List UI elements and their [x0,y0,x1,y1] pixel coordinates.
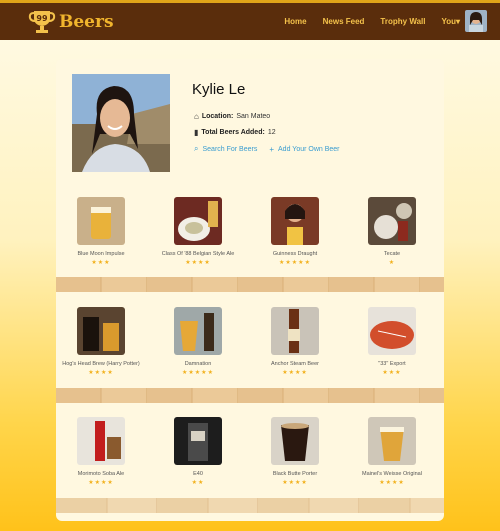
logo-badge-number: 99 [36,14,48,23]
shelf-divider [56,498,444,513]
beer-photo [271,197,319,245]
location-row: ⌂ Location: San Mateo [194,112,270,121]
beer-photo [77,417,125,465]
star-rating: ★★★★ [88,480,114,486]
search-icon: ⌕ [194,144,199,153]
beer-name: Tecate [383,251,401,257]
search-beers-link[interactable]: ⌕ Search For Beers [194,144,257,154]
beer-card[interactable]: Tecate ★ [347,197,437,266]
beer-name: Damnation [184,361,212,367]
beer-name: Class Of '88 Belgian Style Ale [161,251,235,257]
profile-photo [72,74,170,172]
beer-name: Guinness Draught [272,251,318,257]
add-beer-link[interactable]: + Add Your Own Beer [269,144,339,154]
beer-card[interactable]: Anchor Steam Beer ★★★★ [250,307,340,376]
brand-name: Beers [59,12,114,32]
star-rating: ★★★★★ [182,370,214,376]
star-rating: ★★ [191,480,205,486]
trophy-icon: 99 [28,8,56,36]
beer-card[interactable]: Mainel's Weisse Original ★★★★ [347,417,437,486]
star-rating: ★★★★ [185,260,211,266]
beer-card[interactable]: Class Of '88 Belgian Style Ale ★★★★ [153,197,243,266]
total-beers-label: Total Beers Added: [201,129,265,136]
home-icon: ⌂ [194,112,199,121]
beer-card[interactable]: Hog's Head Brew (Harry Potter) ★★★★ [56,307,146,376]
beer-name: Hog's Head Brew (Harry Potter) [62,361,140,367]
beer-photo [77,307,125,355]
search-beers-label: Search For Beers [202,145,258,153]
add-beer-label: Add Your Own Beer [278,145,340,153]
beer-name: Black Butte Porter [272,471,318,477]
star-rating: ★★★★ [379,480,405,486]
beer-photo [368,197,416,245]
beer-name: Anchor Steam Beer [271,361,319,367]
plus-icon: + [269,144,275,154]
beer-photo [174,307,222,355]
nav-news-feed-link[interactable]: News Feed [323,17,365,26]
beer-name: Blue Moon Impulse [77,251,125,257]
beer-card[interactable]: Morimoto Soba Ale ★★★★ [56,417,146,486]
beer-photo [368,417,416,465]
location-label: Location: [201,113,234,120]
profile-name: Kylie Le [192,81,246,98]
beer-photo [77,197,125,245]
star-rating: ★★★★★ [279,260,311,266]
brand-logo[interactable]: 99 Beers [28,7,114,37]
star-rating: ★★★★ [282,480,308,486]
user-avatar[interactable] [465,10,487,32]
beer-photo [174,417,222,465]
beer-card[interactable]: "33" Export ★★★ [347,307,437,376]
beer-photo [174,197,222,245]
beer-card[interactable]: Blue Moon Impulse ★★★ [56,197,146,266]
star-rating: ★★★★ [282,370,308,376]
beer-name: "33" Export [378,361,406,367]
beer-name: E40 [193,471,203,477]
nav-trophy-wall-link[interactable]: Trophy Wall [380,17,425,26]
beer-name: Morimoto Soba Ale [77,471,125,477]
beer-card[interactable]: Damnation ★★★★★ [153,307,243,376]
nav-you-dropdown[interactable]: You▾ [441,17,460,26]
total-beers-value: 12 [267,129,276,136]
beer-photo [271,307,319,355]
total-beers-row: ▮ Total Beers Added: 12 [194,128,276,137]
star-rating: ★★★ [91,260,111,266]
top-navbar: 99 Beers Home News Feed Trophy Wall You▾ [0,0,500,40]
star-rating: ★ [388,260,396,266]
beer-photo [271,417,319,465]
nav-home-link[interactable]: Home [284,17,306,26]
beer-card[interactable]: E40 ★★ [153,417,243,486]
star-rating: ★★★ [382,370,402,376]
shelf-divider [56,277,444,292]
beer-card[interactable]: Guinness Draught ★★★★★ [250,197,340,266]
star-rating: ★★★★ [88,370,114,376]
beer-name: Mainel's Weisse Original [362,471,422,477]
shelf-divider [56,388,444,403]
profile-panel: Kylie Le ⌂ Location: San Mateo ▮ Total B… [56,59,444,521]
beer-photo [368,307,416,355]
location-value: San Mateo [236,113,271,120]
beer-card[interactable]: Black Butte Porter ★★★★ [250,417,340,486]
beer-mug-icon: ▮ [194,128,199,137]
